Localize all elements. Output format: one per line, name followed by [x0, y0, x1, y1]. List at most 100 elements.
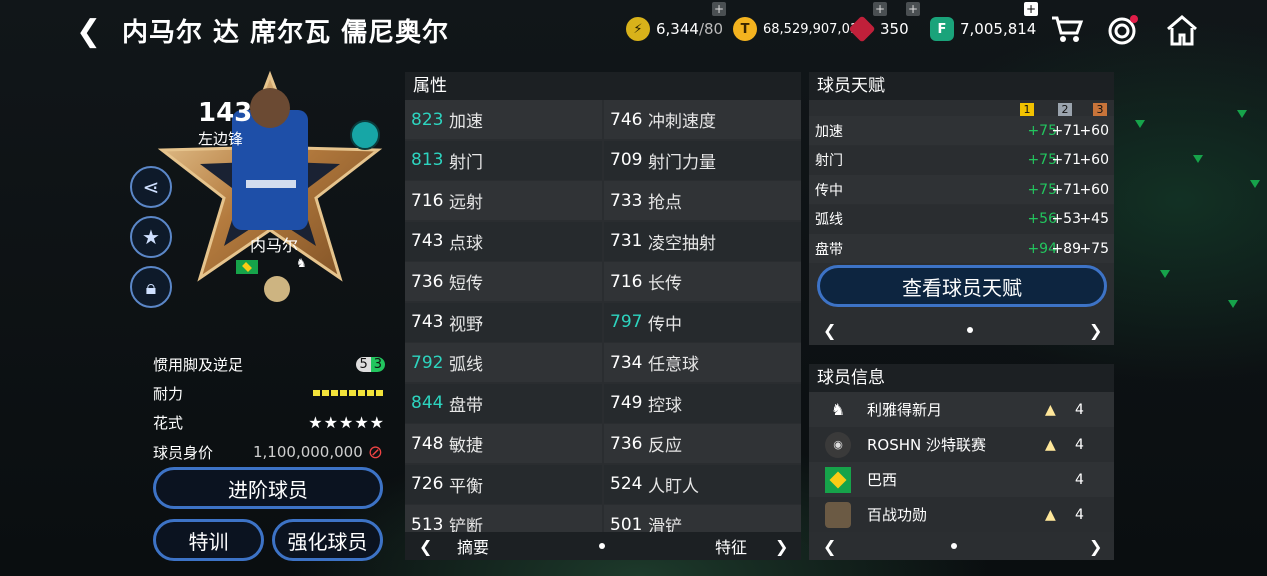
attributes-table: 823 加速 813 射门 716 远射 743 点球 736 短传 743 视野 792 弧线 844 盘带…: [405, 100, 801, 532]
attribute-row[interactable]: 797 传中: [604, 302, 801, 342]
player-info-label: 百战功勋: [867, 506, 928, 524]
favorite-button[interactable]: ★: [130, 216, 172, 258]
attribute-value: 743: [411, 312, 444, 332]
upgrade-player-button[interactable]: 进阶球员: [153, 467, 383, 509]
decor-marker: [1160, 270, 1170, 278]
attribute-row[interactable]: 792 弧线: [405, 343, 602, 382]
talents-title: 球员天赋: [809, 72, 1114, 100]
stamina-row: 耐力: [153, 380, 385, 406]
attribute-row[interactable]: 726 平衡: [405, 464, 602, 504]
attribute-name: 视野: [449, 314, 483, 335]
training-button[interactable]: 特训: [153, 519, 264, 561]
player-info-label: ROSHN 沙特联赛: [867, 436, 987, 454]
next-icon[interactable]: ❯: [1089, 321, 1102, 340]
enhance-player-button[interactable]: 强化球员: [272, 519, 383, 561]
player-info-count: 4: [1075, 506, 1084, 523]
attribute-value: 797: [610, 312, 643, 332]
attribute-row[interactable]: 513 铲断: [405, 505, 602, 532]
chemistry-icon: ▲: [1045, 401, 1056, 418]
attribute-row[interactable]: 813 射门: [405, 140, 602, 180]
attribute-value: 792: [411, 352, 444, 373]
attribute-row[interactable]: 736 短传: [405, 262, 602, 301]
brazil-flag-icon: [236, 260, 258, 274]
attribute-row[interactable]: 823 加速: [405, 100, 602, 139]
attribute-row[interactable]: 501 滑铲: [604, 505, 801, 532]
attribute-name: 敏捷: [449, 436, 483, 456]
player-card[interactable]: 143 左边锋 内马尔 ♞: [150, 70, 390, 320]
add-gem-icon[interactable]: +: [906, 2, 920, 16]
attribute-row[interactable]: 734 任意球: [604, 343, 801, 382]
talent-row: 盘带 +94 +89 +75: [809, 234, 1114, 263]
player-info-count: 4: [1075, 401, 1084, 418]
prev-icon[interactable]: ❮: [823, 537, 836, 556]
league-badge-icon: [264, 276, 290, 302]
attribute-row[interactable]: 731 凌空抽射: [604, 221, 801, 261]
page-dot: [599, 543, 605, 549]
attribute-row[interactable]: 743 视野: [405, 302, 602, 342]
add-energy-icon[interactable]: +: [712, 2, 726, 16]
attribute-row[interactable]: 733 抢点: [604, 181, 801, 220]
attribute-row[interactable]: 749 控球: [604, 383, 801, 423]
attribute-value: 716: [411, 190, 444, 211]
attribute-row[interactable]: 736 反应: [604, 424, 801, 463]
fc-points-counter[interactable]: F 7,005,814 +: [930, 2, 1038, 42]
prev-icon[interactable]: ❮: [419, 537, 432, 556]
view-talents-button[interactable]: 查看球员天赋: [817, 265, 1107, 307]
back-button[interactable]: ❮: [76, 14, 101, 49]
target-icon[interactable]: [1107, 14, 1139, 53]
coin-counter[interactable]: T 68,529,907,012 +: [733, 2, 887, 42]
cart-icon[interactable]: [1050, 14, 1084, 51]
attribute-name: 盘带: [449, 395, 483, 416]
talent-value-3: +45: [1079, 211, 1109, 227]
chevron-left-icon: ❮: [76, 14, 102, 49]
player-info-title: 球员信息: [809, 364, 1114, 392]
talent-name: 射门: [815, 153, 843, 169]
next-icon[interactable]: ❯: [775, 537, 788, 556]
attribute-row[interactable]: 709 射门力量: [604, 140, 801, 180]
decor-marker: [1237, 110, 1247, 118]
attribute-row[interactable]: 844 盘带: [405, 383, 602, 423]
gem-counter[interactable]: 350 +: [848, 2, 920, 43]
player-info-row[interactable]: 巴西 4: [809, 462, 1114, 497]
attribute-name: 控球: [648, 395, 682, 416]
card-ovr: 143: [198, 98, 253, 128]
card-short-name: 内马尔: [250, 236, 299, 255]
player-info-row[interactable]: ♞ 利雅得新月 ▲ 4: [809, 392, 1114, 427]
talent-name: 盘带: [815, 241, 843, 258]
attribute-name: 远射: [449, 193, 483, 213]
player-info-label: 利雅得新月: [867, 401, 943, 419]
share-button[interactable]: ⋖: [130, 166, 172, 208]
player-info-row[interactable]: 百战功勋 ▲ 4: [809, 497, 1114, 532]
decor-marker: [1193, 155, 1203, 163]
fc-points-icon: F: [930, 17, 954, 41]
attribute-name: 射门: [449, 152, 483, 173]
lock-button[interactable]: 🔒︎: [130, 266, 172, 308]
attribute-row[interactable]: 716 远射: [405, 181, 602, 220]
player-info-row[interactable]: ◉ ROSHN 沙特联赛 ▲ 4: [809, 427, 1114, 462]
home-icon[interactable]: [1165, 14, 1199, 53]
chemistry-icon: ▲: [1045, 506, 1056, 523]
attribute-row[interactable]: 746 冲刺速度: [604, 100, 801, 139]
talent-name: 弧线: [815, 212, 843, 228]
attribute-value: 731: [610, 231, 643, 251]
attribute-value: 813: [411, 150, 444, 170]
attribute-row[interactable]: 524 人盯人: [604, 464, 801, 504]
prev-icon[interactable]: ❮: [823, 321, 836, 340]
attribute-row[interactable]: 716 长传: [604, 262, 801, 301]
attribute-name: 任意球: [648, 355, 699, 375]
add-coin-icon[interactable]: +: [873, 2, 887, 16]
next-icon[interactable]: ❯: [1089, 537, 1102, 556]
attribute-value: 743: [411, 231, 444, 251]
summary-tab[interactable]: 摘要: [457, 534, 489, 558]
traits-tab[interactable]: 特征: [715, 534, 747, 558]
attribute-name: 反应: [648, 436, 682, 456]
add-fc-points-icon[interactable]: +: [1024, 2, 1038, 16]
talent-row: 传中 +75 +71 +60: [809, 175, 1114, 204]
attribute-name: 人盯人: [648, 476, 699, 497]
attribute-row[interactable]: 743 点球: [405, 221, 602, 261]
energy-counter[interactable]: ⚡ 6,344/80 +: [626, 2, 726, 42]
kit-icon[interactable]: [350, 120, 380, 150]
attribute-value: 733: [610, 190, 643, 211]
al-hilal-crest-icon: ♞: [830, 400, 846, 419]
attribute-row[interactable]: 748 敏捷: [405, 424, 602, 463]
